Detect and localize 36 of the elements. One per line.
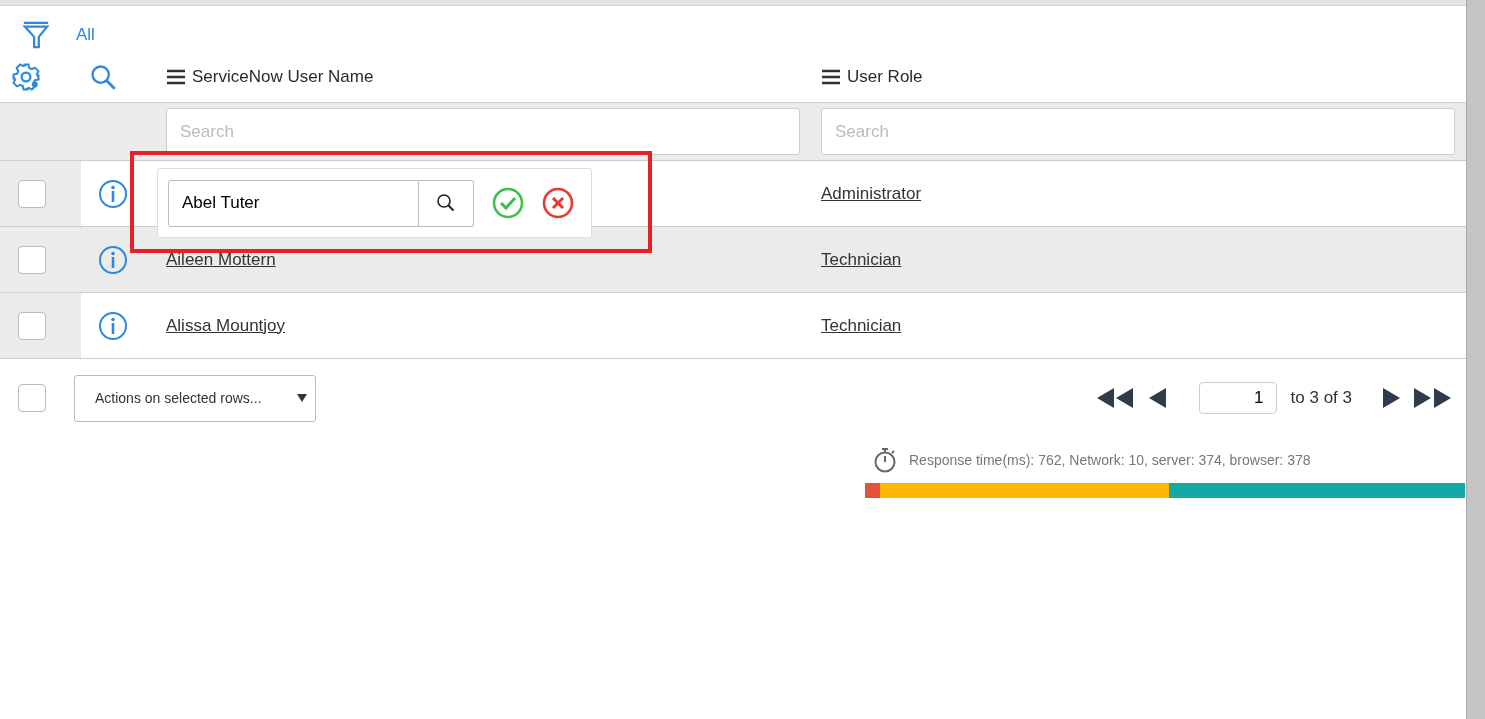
response-time-text: Response time(ms): 762, Network: 10, server: 374, browser: 378 <box>909 452 1311 468</box>
column-header[interactable]: User Role <box>847 67 923 87</box>
confirm-icon[interactable] <box>492 187 524 219</box>
user-role-link[interactable]: Technician <box>821 315 902 336</box>
column-header[interactable]: ServiceNow User Name <box>192 67 374 87</box>
row-checkbox[interactable] <box>18 245 46 274</box>
filter-icon[interactable] <box>22 19 50 51</box>
column-search-field[interactable]: Search <box>821 108 1455 155</box>
select-all-checkbox[interactable] <box>18 384 46 412</box>
user-name-link[interactable]: Alissa Mountjoy <box>166 315 286 336</box>
user-role-link[interactable]: Administrator <box>821 183 922 204</box>
last-page-icon[interactable] <box>1414 388 1452 408</box>
actions-dropdown[interactable]: Actions on selected rows... <box>74 374 316 422</box>
column-menu-icon[interactable] <box>821 69 841 85</box>
first-page-icon[interactable] <box>1096 388 1135 408</box>
cancel-icon[interactable] <box>542 187 574 219</box>
user-role-link[interactable]: Technician <box>821 249 902 270</box>
column-menu-icon[interactable] <box>166 69 186 85</box>
info-icon[interactable] <box>98 178 128 209</box>
next-page-icon[interactable] <box>1382 388 1400 408</box>
lookup-button[interactable] <box>419 179 474 227</box>
page-range-text: to 3 of 3 <box>1290 388 1352 408</box>
user-name-link[interactable]: Aileen Mottern <box>166 249 276 270</box>
previous-page-icon[interactable] <box>1148 388 1167 408</box>
filter-link[interactable]: All <box>76 25 95 45</box>
page-number-field[interactable]: 1 <box>1198 382 1277 414</box>
info-icon[interactable] <box>98 310 128 341</box>
caret-icon <box>297 394 307 402</box>
row-checkbox[interactable] <box>18 179 46 208</box>
info-icon[interactable] <box>98 244 128 275</box>
search-icon[interactable] <box>436 193 456 213</box>
inline-edit-field[interactable]: Abel Tuter <box>168 179 419 227</box>
settings-icon[interactable] <box>11 62 41 92</box>
row-checkbox[interactable] <box>18 311 46 340</box>
stopwatch-icon <box>873 447 897 473</box>
column-search-field[interactable]: Search <box>166 108 800 155</box>
